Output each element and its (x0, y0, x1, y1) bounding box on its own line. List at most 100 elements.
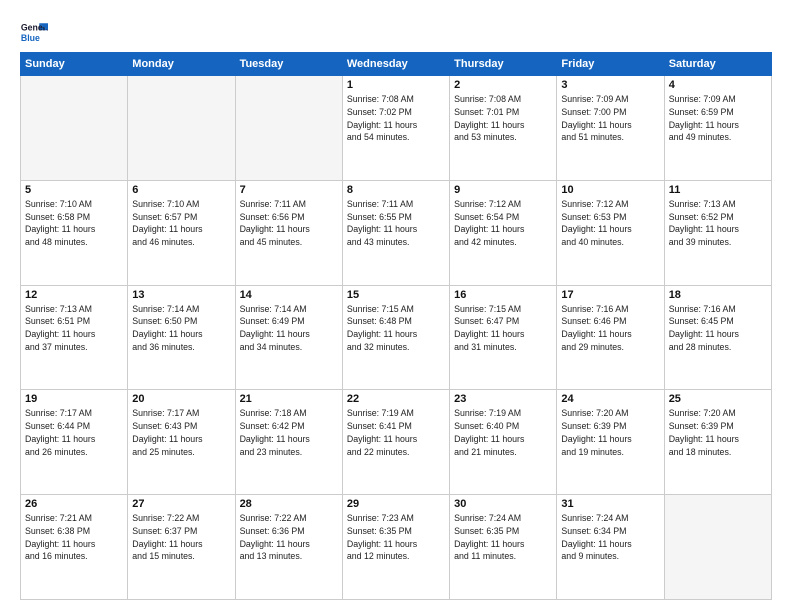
day-cell: 20 Sunrise: 7:17 AM Sunset: 6:43 PM Dayli… (128, 390, 235, 495)
day-cell: 16 Sunrise: 7:15 AM Sunset: 6:47 PM Dayli… (450, 285, 557, 390)
day-number: 25 (669, 393, 767, 405)
day-number: 10 (561, 184, 659, 196)
day-cell: 15 Sunrise: 7:15 AM Sunset: 6:48 PM Dayli… (342, 285, 449, 390)
day-cell: 26 Sunrise: 7:21 AM Sunset: 6:38 PM Dayli… (21, 495, 128, 600)
week-row-3: 19Sunrise: 7:17 AM Sunset: 6:44 PM Dayli… (21, 390, 772, 495)
day-info: Sunrise: 7:08 AM Sunset: 7:01 PM Dayligh… (454, 93, 552, 144)
day-number: 23 (454, 393, 552, 405)
day-info: Sunrise: 7:17 AM Sunset: 6:44 PM Dayligh… (25, 407, 123, 458)
day-number: 3 (561, 79, 659, 91)
day-number: 14 (240, 289, 338, 301)
day-cell: 8Sunrise: 7:11 AM Sunset: 6:55 PM Daylig… (342, 180, 449, 285)
day-number: 21 (240, 393, 338, 405)
day-number: 9 (454, 184, 552, 196)
day-info: Sunrise: 7:14 AM Sunset: 6:50 PM Dayligh… (132, 303, 230, 354)
day-cell: 3 Sunrise: 7:09 AM Sunset: 7:00 PM Daylig… (557, 76, 664, 181)
logo-icon: General Blue (20, 18, 48, 46)
day-info: Sunrise: 7:12 AM Sunset: 6:54 PM Dayligh… (454, 198, 552, 249)
day-cell (21, 76, 128, 181)
day-info: Sunrise: 7:22 AM Sunset: 6:36 PM Dayligh… (240, 512, 338, 563)
day-info: Sunrise: 7:23 AM Sunset: 6:35 PM Dayligh… (347, 512, 445, 563)
day-number: 27 (132, 498, 230, 510)
day-info: Sunrise: 7:13 AM Sunset: 6:51 PM Dayligh… (25, 303, 123, 354)
day-cell: 21Sunrise: 7:18 AM Sunset: 6:42 PM Dayli… (235, 390, 342, 495)
day-number: 5 (25, 184, 123, 196)
day-info: Sunrise: 7:13 AM Sunset: 6:52 PM Dayligh… (669, 198, 767, 249)
weekday-tuesday: Tuesday (235, 53, 342, 76)
day-cell: 23 Sunrise: 7:19 AM Sunset: 6:40 PM Dayli… (450, 390, 557, 495)
day-info: Sunrise: 7:24 AM Sunset: 6:34 PM Dayligh… (561, 512, 659, 563)
day-cell (235, 76, 342, 181)
day-number: 11 (669, 184, 767, 196)
day-cell: 2 Sunrise: 7:08 AM Sunset: 7:01 PM Daylig… (450, 76, 557, 181)
day-info: Sunrise: 7:12 AM Sunset: 6:53 PM Dayligh… (561, 198, 659, 249)
day-number: 12 (25, 289, 123, 301)
week-row-2: 12 Sunrise: 7:13 AM Sunset: 6:51 PM Dayli… (21, 285, 772, 390)
day-cell: 14 Sunrise: 7:14 AM Sunset: 6:49 PM Dayli… (235, 285, 342, 390)
day-info: Sunrise: 7:09 AM Sunset: 7:00 PM Dayligh… (561, 93, 659, 144)
day-number: 18 (669, 289, 767, 301)
day-cell: 11 Sunrise: 7:13 AM Sunset: 6:52 PM Dayli… (664, 180, 771, 285)
header: General Blue (20, 18, 772, 46)
logo: General Blue (20, 18, 52, 46)
day-info: Sunrise: 7:16 AM Sunset: 6:46 PM Dayligh… (561, 303, 659, 354)
day-info: Sunrise: 7:24 AM Sunset: 6:35 PM Dayligh… (454, 512, 552, 563)
day-number: 26 (25, 498, 123, 510)
day-number: 30 (454, 498, 552, 510)
day-cell: 10 Sunrise: 7:12 AM Sunset: 6:53 PM Dayli… (557, 180, 664, 285)
day-number: 6 (132, 184, 230, 196)
weekday-thursday: Thursday (450, 53, 557, 76)
day-number: 13 (132, 289, 230, 301)
day-cell: 7 Sunrise: 7:11 AM Sunset: 6:56 PM Daylig… (235, 180, 342, 285)
day-cell: 13 Sunrise: 7:14 AM Sunset: 6:50 PM Dayli… (128, 285, 235, 390)
day-cell: 22Sunrise: 7:19 AM Sunset: 6:41 PM Dayli… (342, 390, 449, 495)
day-cell: 28 Sunrise: 7:22 AM Sunset: 6:36 PM Dayli… (235, 495, 342, 600)
week-row-1: 5 Sunrise: 7:10 AM Sunset: 6:58 PM Daylig… (21, 180, 772, 285)
day-number: 15 (347, 289, 445, 301)
day-cell: 12 Sunrise: 7:13 AM Sunset: 6:51 PM Dayli… (21, 285, 128, 390)
day-cell: 6 Sunrise: 7:10 AM Sunset: 6:57 PM Daylig… (128, 180, 235, 285)
day-cell (128, 76, 235, 181)
day-number: 4 (669, 79, 767, 91)
day-info: Sunrise: 7:15 AM Sunset: 6:48 PM Dayligh… (347, 303, 445, 354)
day-cell: 27Sunrise: 7:22 AM Sunset: 6:37 PM Dayli… (128, 495, 235, 600)
week-row-0: 1 Sunrise: 7:08 AM Sunset: 7:02 PM Daylig… (21, 76, 772, 181)
day-number: 17 (561, 289, 659, 301)
day-cell: 19Sunrise: 7:17 AM Sunset: 6:44 PM Dayli… (21, 390, 128, 495)
day-cell: 25 Sunrise: 7:20 AM Sunset: 6:39 PM Dayli… (664, 390, 771, 495)
svg-text:Blue: Blue (21, 33, 40, 43)
day-cell: 4Sunrise: 7:09 AM Sunset: 6:59 PM Daylig… (664, 76, 771, 181)
day-number: 20 (132, 393, 230, 405)
weekday-monday: Monday (128, 53, 235, 76)
day-info: Sunrise: 7:19 AM Sunset: 6:40 PM Dayligh… (454, 407, 552, 458)
day-number: 28 (240, 498, 338, 510)
day-info: Sunrise: 7:11 AM Sunset: 6:55 PM Dayligh… (347, 198, 445, 249)
day-number: 7 (240, 184, 338, 196)
day-cell: 1 Sunrise: 7:08 AM Sunset: 7:02 PM Daylig… (342, 76, 449, 181)
weekday-sunday: Sunday (21, 53, 128, 76)
day-info: Sunrise: 7:21 AM Sunset: 6:38 PM Dayligh… (25, 512, 123, 563)
day-number: 31 (561, 498, 659, 510)
day-info: Sunrise: 7:20 AM Sunset: 6:39 PM Dayligh… (561, 407, 659, 458)
weekday-wednesday: Wednesday (342, 53, 449, 76)
calendar-table: SundayMondayTuesdayWednesdayThursdayFrid… (20, 52, 772, 600)
day-cell: 9 Sunrise: 7:12 AM Sunset: 6:54 PM Daylig… (450, 180, 557, 285)
day-info: Sunrise: 7:10 AM Sunset: 6:58 PM Dayligh… (25, 198, 123, 249)
day-number: 16 (454, 289, 552, 301)
day-info: Sunrise: 7:10 AM Sunset: 6:57 PM Dayligh… (132, 198, 230, 249)
day-number: 29 (347, 498, 445, 510)
day-cell: 29 Sunrise: 7:23 AM Sunset: 6:35 PM Dayli… (342, 495, 449, 600)
day-info: Sunrise: 7:20 AM Sunset: 6:39 PM Dayligh… (669, 407, 767, 458)
day-info: Sunrise: 7:17 AM Sunset: 6:43 PM Dayligh… (132, 407, 230, 458)
day-info: Sunrise: 7:11 AM Sunset: 6:56 PM Dayligh… (240, 198, 338, 249)
day-info: Sunrise: 7:14 AM Sunset: 6:49 PM Dayligh… (240, 303, 338, 354)
week-row-4: 26 Sunrise: 7:21 AM Sunset: 6:38 PM Dayli… (21, 495, 772, 600)
day-number: 2 (454, 79, 552, 91)
day-info: Sunrise: 7:08 AM Sunset: 7:02 PM Dayligh… (347, 93, 445, 144)
day-cell (664, 495, 771, 600)
day-info: Sunrise: 7:15 AM Sunset: 6:47 PM Dayligh… (454, 303, 552, 354)
day-cell: 5 Sunrise: 7:10 AM Sunset: 6:58 PM Daylig… (21, 180, 128, 285)
day-number: 1 (347, 79, 445, 91)
day-number: 22 (347, 393, 445, 405)
day-number: 24 (561, 393, 659, 405)
